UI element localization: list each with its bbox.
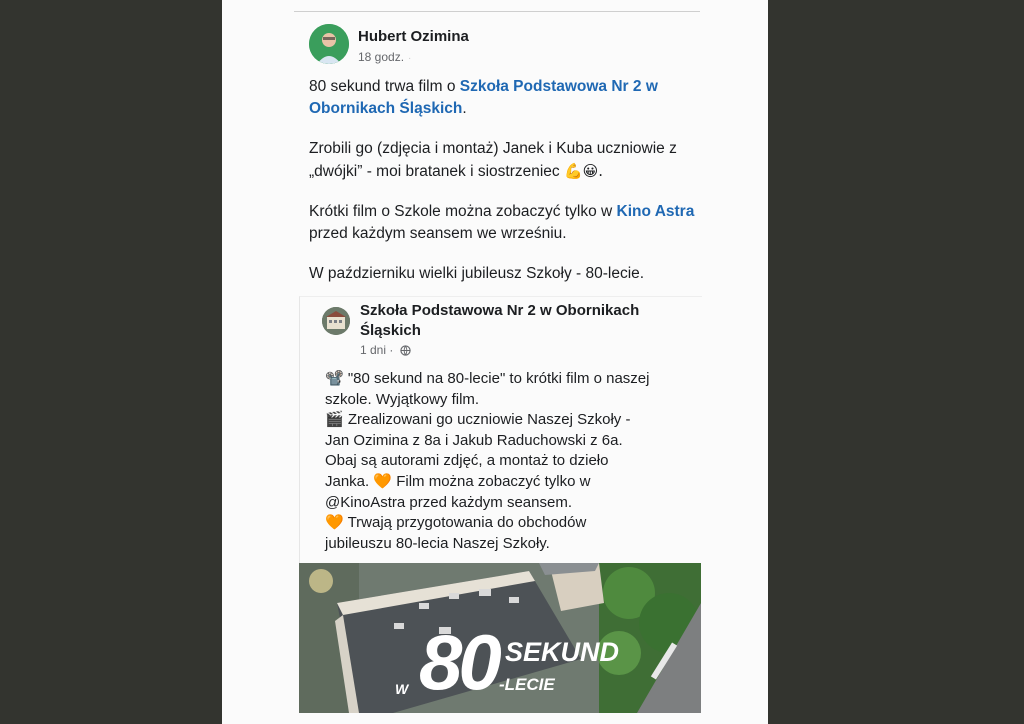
photo-caption-number: 80 xyxy=(419,618,502,706)
shared-line: Janka. 🧡 Film można zobaczyć tylko w xyxy=(325,472,591,490)
post-text: 80 sekund trwa film o xyxy=(309,78,460,95)
post-timestamp[interactable]: 18 godz. · xyxy=(358,50,411,64)
globe-icon xyxy=(400,345,411,357)
kino-astra-link[interactable]: Kino Astra xyxy=(617,203,695,220)
school-aerial-photo[interactable]: W 80 SEKUND -LECIE xyxy=(299,563,701,713)
shared-post[interactable]: Szkoła Podstawowa Nr 2 w Obornikach Śląs… xyxy=(299,296,702,567)
post-time-value: 18 godz. xyxy=(358,50,405,64)
post-header: Hubert Ozimina 18 godz. · xyxy=(309,24,729,68)
photo-caption-lecie: -LECIE xyxy=(499,675,555,694)
author-name[interactable]: Hubert Ozimina xyxy=(358,28,469,45)
shared-line: Jan Ozimina z 8a i Jakub Raduchowski z 6… xyxy=(325,431,623,449)
shared-line: 🧡 Trwają przygotowania do obchodów xyxy=(325,514,587,532)
shared-line: Obaj są autorami zdjęć, a montaż to dzie… xyxy=(325,452,609,470)
shared-line: szkole. Wyjątkowy film. xyxy=(325,390,480,408)
post-text: . xyxy=(462,100,467,117)
post-body: 80 sekund trwa film o Szkoła Podstawowa … xyxy=(309,76,709,303)
shared-timestamp[interactable]: 1 dni · xyxy=(360,343,411,357)
post-paragraph-2: Zrobili go (zdjęcia i montaż) Janek i Ku… xyxy=(309,138,709,183)
school-avatar[interactable] xyxy=(322,307,350,335)
author-avatar[interactable] xyxy=(309,24,349,64)
photo-caption-w: W xyxy=(395,681,409,697)
post-paragraph-3: Krótki film o Szkole można zobaczyć tylk… xyxy=(309,201,709,245)
post-time-separator: · xyxy=(408,53,412,64)
photo-caption-sekund: SEKUND xyxy=(505,637,620,667)
shared-line: jubileuszu 80-lecia Naszej Szkoły. xyxy=(325,534,550,552)
shared-line: 🎬 Zrealizowani go uczniowie Naszej Szkoł… xyxy=(325,411,631,429)
shared-time-text: 1 dni · xyxy=(360,343,394,357)
shared-line: 📽️ "80 sekund na 80-lecie" to krótki fil… xyxy=(325,370,650,387)
divider xyxy=(294,11,700,12)
post-text: Zrobili go (zdjęcia i montaż) Janek i Ku… xyxy=(309,140,677,180)
screenshot-paper: Hubert Ozimina 18 godz. · 80 sekund trwa … xyxy=(222,0,768,724)
post-paragraph-4: W październiku wielki jubileusz Szkoły -… xyxy=(309,265,645,282)
emoji-muscle-smile: 💪😀. xyxy=(563,162,604,180)
shared-post-text: 📽️ "80 sekund na 80-lecie" to krótki fil… xyxy=(325,369,685,554)
shared-author-name[interactable]: Szkoła Podstawowa Nr 2 w Obornikach Śląs… xyxy=(360,301,680,341)
post-text: Krótki film o Szkole można zobaczyć tylk… xyxy=(309,203,617,220)
post-paragraph-1: 80 sekund trwa film o Szkoła Podstawowa … xyxy=(309,76,709,120)
post-text: przed każdym seansem we wrześniu. xyxy=(309,225,567,242)
shared-line: @KinoAstra przed każdym seansem. xyxy=(325,493,572,511)
